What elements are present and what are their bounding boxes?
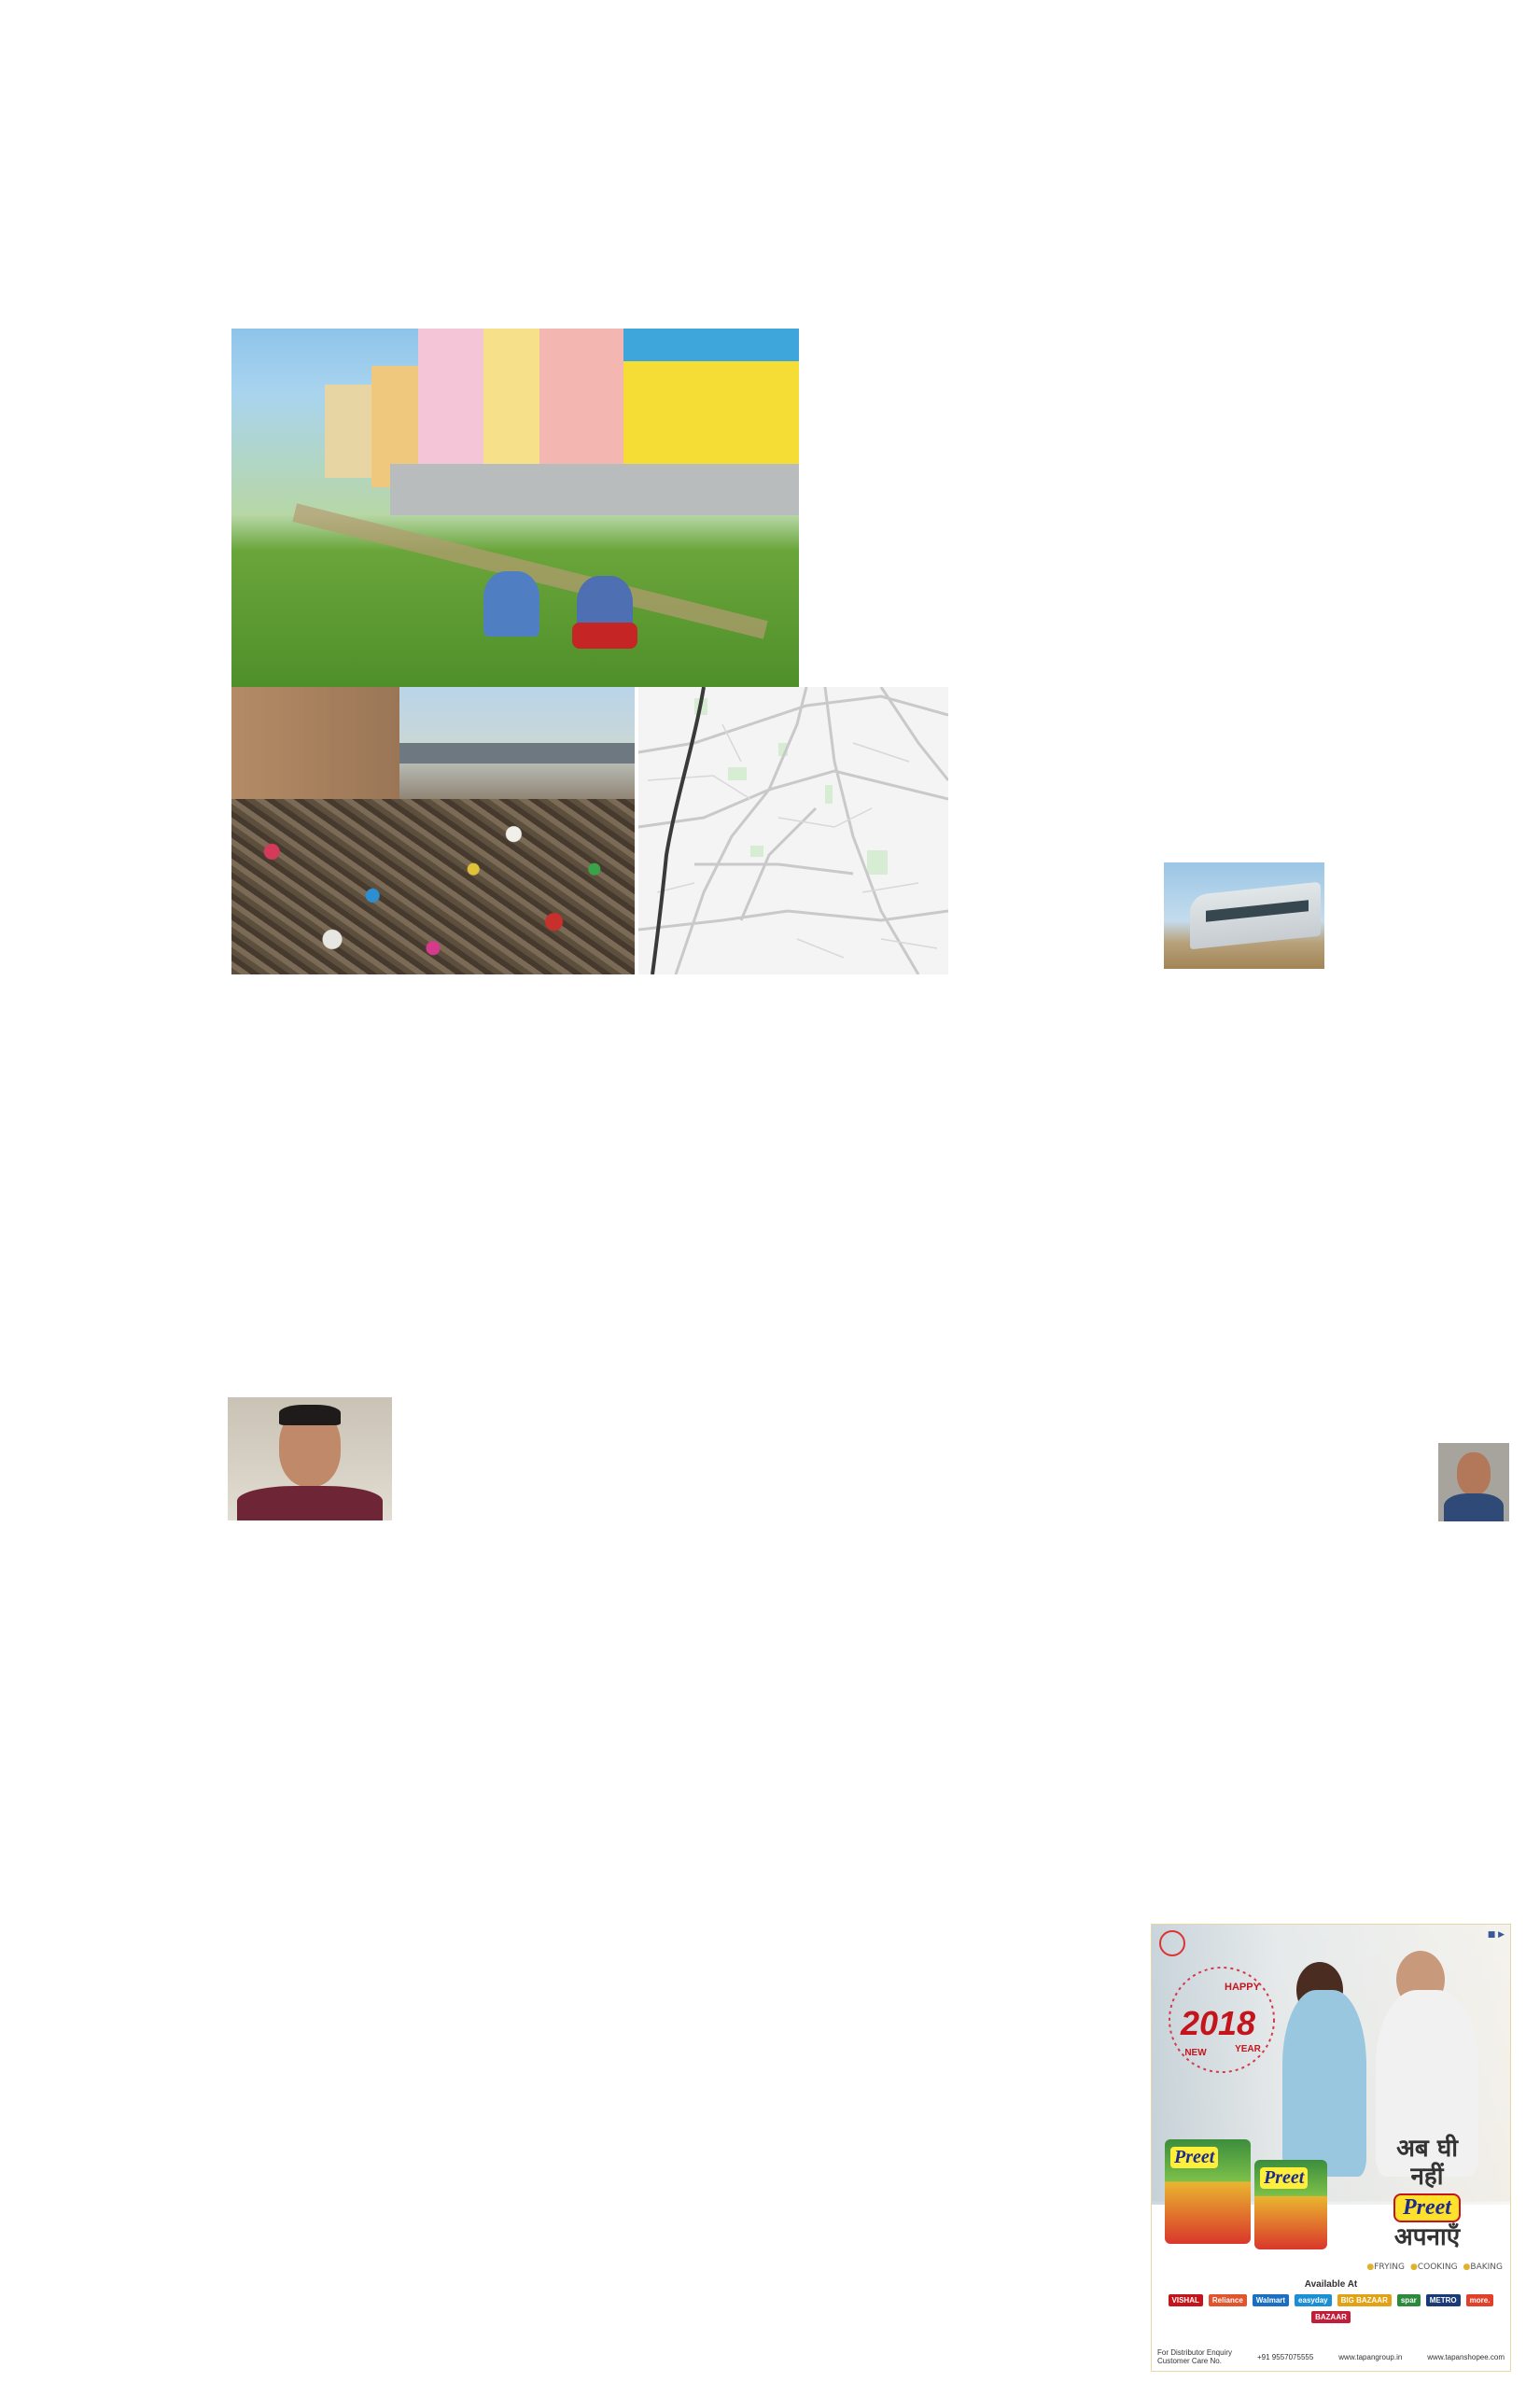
riverbank-buildings-photo	[231, 329, 799, 687]
store-logo: easyday	[1295, 2294, 1332, 2306]
svg-text:YEAR: YEAR	[1235, 2044, 1262, 2054]
svg-text:2018: 2018	[1180, 2004, 1255, 2042]
store-logos: VISHAL Reliance Walmart easyday BIG BAZAAR sp…	[1159, 2294, 1503, 2323]
svg-text:HAPPY: HAPPY	[1225, 1982, 1261, 1993]
portrait-photo-right	[1438, 1443, 1509, 1521]
usage-list: FRYINGCOOKINGBAKING	[1361, 2263, 1503, 2272]
store-logo: more.	[1465, 2294, 1494, 2306]
preet-lite-advertisement: ■ ▶ HAPPY 2018 NEW YEAR Preet Preet अब घ…	[1151, 1924, 1511, 2372]
brand-logo: Preet	[1393, 2193, 1461, 2222]
store-logo: BAZAAR	[1311, 2311, 1351, 2323]
seated-man	[483, 571, 539, 637]
street-map	[638, 687, 948, 974]
available-at-label: Available At	[1304, 2279, 1358, 2290]
svg-text:NEW: NEW	[1184, 2048, 1207, 2058]
phone-number: +91 9557075555	[1257, 2352, 1314, 2361]
ad-footer: For Distributor Enquiry Customer Care No…	[1157, 2348, 1505, 2365]
ad-slogan: अब घी नहीं Preet अपनाएँ	[1393, 2135, 1461, 2251]
store-logo: METRO	[1425, 2294, 1461, 2306]
product-tin-small: Preet	[1254, 2160, 1327, 2249]
website-2: www.tapanshopee.com	[1427, 2352, 1505, 2361]
new-year-badge: HAPPY 2018 NEW YEAR	[1169, 1967, 1275, 2073]
woman-figure	[1282, 1990, 1366, 2177]
portrait-photo-left	[228, 1397, 392, 1520]
store-logo: BIG BAZAAR	[1337, 2294, 1392, 2306]
company-logo-icon	[1159, 1930, 1185, 1956]
product-tin-large: Preet	[1165, 2139, 1251, 2244]
store-logo: spar	[1396, 2294, 1421, 2306]
metro-coach-photo	[1164, 862, 1324, 969]
store-logo: Reliance	[1208, 2294, 1247, 2306]
social-icons: ■ ▶	[1487, 1930, 1505, 1940]
garbage-drain-photo	[231, 687, 635, 974]
store-logo: Walmart	[1252, 2294, 1290, 2306]
website-1: www.tapangroup.in	[1338, 2352, 1403, 2361]
store-logo: VISHAL	[1168, 2294, 1203, 2306]
